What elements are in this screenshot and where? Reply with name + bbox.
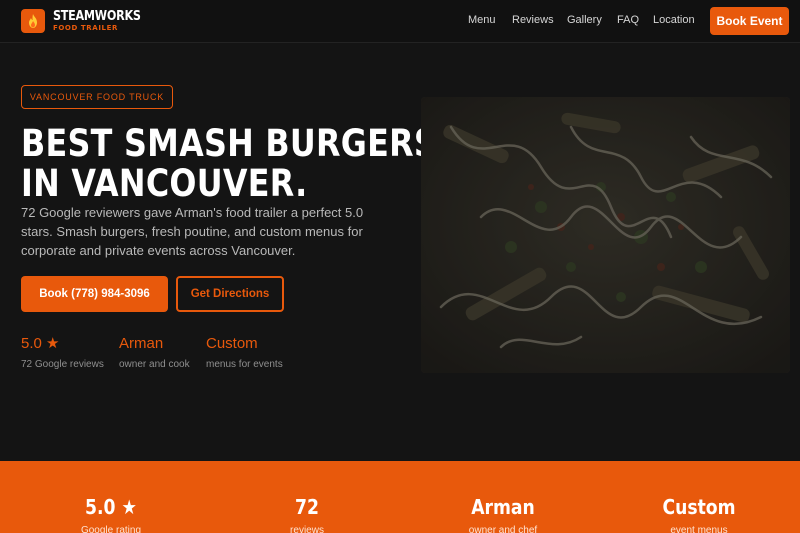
- get-directions-button[interactable]: Get Directions: [176, 276, 284, 312]
- nav-link-gallery[interactable]: Gallery: [567, 14, 602, 26]
- stat-value: Custom: [206, 335, 258, 352]
- nav-link-faq[interactable]: FAQ: [617, 14, 639, 26]
- flame-icon: [21, 9, 45, 33]
- stat-label: 72 Google reviews: [21, 359, 104, 370]
- hero-headline: BEST SMASH BURGERS IN VANCOUVER.: [21, 122, 438, 205]
- band-stat-value: 72: [295, 495, 319, 519]
- band-stat-rating: 5.0 ★ Google rating: [31, 495, 191, 533]
- headline-line-1: BEST SMASH BURGERS: [21, 122, 438, 165]
- stat-value: 5.0 ★: [21, 335, 60, 352]
- call-booking-button[interactable]: Book (778) 984-3096: [21, 276, 168, 312]
- book-event-button[interactable]: Book Event: [710, 7, 789, 35]
- band-stat-value: Arman: [471, 495, 535, 519]
- headline-line-2: IN VANCOUVER.: [21, 162, 308, 205]
- nav-link-reviews[interactable]: Reviews: [512, 14, 554, 26]
- brand-name: STEAMWORKS: [53, 8, 141, 24]
- band-stat-label: Google rating: [80, 525, 142, 533]
- hero-stat-rating: 5.0 ★ 72 Google reviews: [21, 335, 104, 370]
- brand-logo[interactable]: STEAMWORKS FOOD TRAILER: [21, 9, 155, 33]
- poutine-photo-illustration: [421, 97, 790, 373]
- hero-food-photo: [421, 97, 790, 373]
- brand-subtitle: FOOD TRAILER: [53, 23, 118, 32]
- stat-value: Arman: [119, 335, 164, 352]
- hero-description: 72 Google reviewers gave Arman's food tr…: [21, 205, 364, 258]
- band-stat-value: 5.0 ★: [85, 495, 137, 519]
- stat-label: owner and cook: [119, 359, 190, 370]
- hero-stat-menus: Custom menus for events: [206, 335, 283, 370]
- nav-link-location[interactable]: Location: [653, 14, 695, 26]
- nav-link-menu[interactable]: Menu: [468, 14, 496, 26]
- band-stat-label: event menus: [670, 525, 728, 533]
- hero-tag-badge: VANCOUVER FOOD TRUCK: [21, 85, 173, 109]
- top-nav: STEAMWORKS FOOD TRAILER Menu Reviews Gal…: [0, 0, 800, 43]
- band-stat-label: owner and chef: [468, 525, 538, 533]
- stats-band: 5.0 ★ Google rating 72 reviews Arman own…: [0, 461, 800, 533]
- band-stat-owner: Arman owner and chef: [423, 495, 583, 533]
- band-stat-label: reviews: [290, 525, 324, 533]
- hero-stat-owner: Arman owner and cook: [119, 335, 190, 370]
- band-stat-menus: Custom event menus: [619, 495, 779, 533]
- band-stat-value: Custom: [662, 495, 736, 519]
- band-stat-reviews: 72 reviews: [227, 495, 387, 533]
- stat-label: menus for events: [206, 359, 283, 370]
